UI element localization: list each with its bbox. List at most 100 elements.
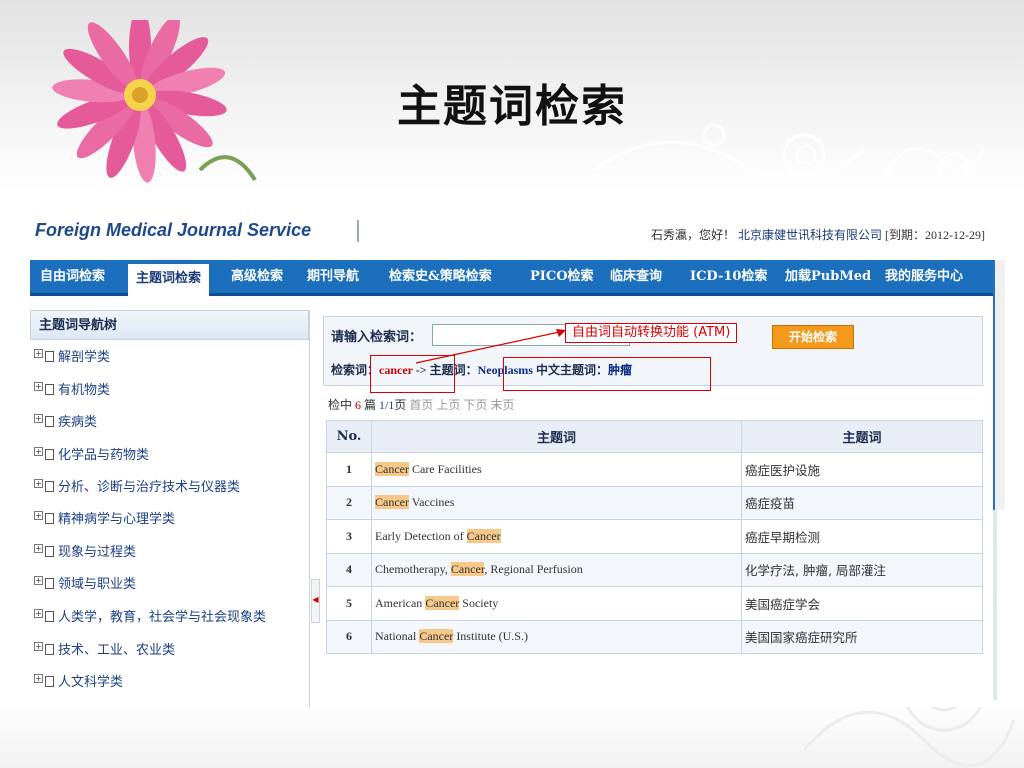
tree-item-anthropology-education[interactable]: + 人类学，教育，社会学与社会现象类 [34,608,266,628]
document-icon [45,416,54,427]
results-table: No. 主题词 主题词 1 Cancer Care Facilities 癌症医… [326,420,983,654]
table-row[interactable]: 6 National Cancer Institute (U.S.) 美国国家癌… [326,619,983,654]
column-header-mesh-cn: 主题词 [741,420,983,453]
highlight-box-mesh [503,357,711,391]
expiry-date: [到期：2012-12-29] [885,228,985,242]
mesh-tree-sidebar: 主题词导航树 + 解剖学类 + 有机物类 + 疾病类 + 化学品与药物类 + 分析、诊断与… [30,310,310,707]
last-page-link[interactable]: 末页 [490,398,514,412]
tree-item-phenomena-processes[interactable]: + 现象与过程类 [34,543,136,563]
tree-item-psychiatry-psychology[interactable]: + 精神病学与心理学类 [34,510,175,530]
expand-icon[interactable]: + [34,382,43,391]
expand-icon[interactable]: + [34,544,43,553]
mesh-term-cn[interactable]: 美国癌症学会 [741,586,983,621]
document-icon [45,578,54,589]
expand-icon[interactable]: + [34,576,43,585]
search-bar: 请输入检索词： 开始检索 自由词自动转换功能 (ATM) 检索词：cancer … [323,316,983,393]
mesh-term-en[interactable]: American Cancer Society [371,586,742,621]
tree-item-diseases[interactable]: + 疾病类 [34,413,97,433]
nav-icd10-search[interactable]: ICD-10检索 [690,260,767,293]
mesh-term-cn[interactable]: 癌症医护设施 [741,452,983,487]
page-indicator: 1/1 [379,398,395,412]
mesh-term-en[interactable]: National Cancer Institute (U.S.) [371,619,742,654]
tree-item-technology-industry[interactable]: + 技术、工业、农业类 [34,641,175,661]
column-header-mesh-en: 主题词 [371,420,742,453]
main-nav: 自由词检索 主题词检索 高级检索 期刊导航 检索史&策略检索 PICO检索 临床… [30,260,993,297]
app-logo: Foreign Medical Journal Service [35,220,312,240]
expand-icon[interactable]: + [34,674,43,683]
expand-icon[interactable]: + [34,642,43,651]
nav-clinical-query[interactable]: 临床查询 [610,260,662,293]
tree-item-chemicals-drugs[interactable]: + 化学品与药物类 [34,446,149,466]
expand-icon[interactable]: + [34,447,43,456]
tree-item-techniques-equipment[interactable]: + 分析、诊断与治疗技术与仪器类 [34,478,240,498]
nav-advanced-search[interactable]: 高级检索 [231,260,283,293]
mesh-term-cn[interactable]: 化学疗法, 肿瘤, 局部灌注 [741,552,983,587]
mesh-term-cn[interactable]: 癌症疫苗 [741,485,983,520]
table-row[interactable]: 3 Early Detection of Cancer 癌症早期检测 [326,519,983,554]
document-icon [45,384,54,395]
mesh-term-cn[interactable]: 癌症早期检测 [741,519,983,554]
prev-page-link[interactable]: 上页 [436,398,460,412]
nav-history-search[interactable]: 检索史&策略检索 [389,260,492,293]
table-row[interactable]: 4 Chemotherapy, Cancer, Regional Perfusi… [326,552,983,587]
document-icon [45,449,54,460]
mesh-term-en[interactable]: Early Detection of Cancer [371,519,742,554]
document-icon [45,644,54,655]
nav-pico-search[interactable]: PICO检索 [530,260,594,293]
expand-icon[interactable]: + [34,414,43,423]
nav-journal-navigation[interactable]: 期刊导航 [307,260,359,293]
slide-title: 主题词检索 [397,81,627,132]
row-number: 1 [326,452,372,487]
document-icon [45,611,54,622]
tree-item-humanities[interactable]: + 人文科学类 [34,673,123,693]
scrollbar[interactable] [993,510,997,700]
row-number: 6 [326,619,372,654]
company-name: 北京康健世讯科技有限公司 [737,228,882,242]
sidebar-title: 主题词导航树 [30,310,309,340]
mesh-term-cn[interactable]: 美国国家癌症研究所 [741,619,983,654]
screenshot: Foreign Medical Journal Service 石秀瀛，您好！ … [30,212,1005,707]
tree-item-disciplines-occupations[interactable]: + 领域与职业类 [34,575,136,595]
result-count: 6 [355,398,362,412]
window-edge [993,260,1005,510]
row-number: 5 [326,586,372,621]
highlight-box-term [370,355,455,393]
table-row[interactable]: 2 Cancer Vaccines 癌症疫苗 [326,485,983,520]
table-row[interactable]: 1 Cancer Care Facilities 癌症医护设施 [326,452,983,487]
logo-separator [357,220,359,242]
greeting: 石秀瀛，您好！ [650,228,735,242]
search-label: 请输入检索词： [331,330,423,345]
column-header-no: No. [326,420,372,453]
atm-annotation: 自由词自动转换功能 (ATM) [565,323,738,343]
nav-mesh-search[interactable]: 主题词检索 [128,264,210,297]
nav-load-pubmed[interactable]: 加载PubMed [785,260,871,293]
mesh-term-en[interactable]: Cancer Care Facilities [371,452,742,487]
document-icon [45,351,54,362]
expand-icon[interactable]: + [34,349,43,358]
mesh-term-en[interactable]: Chemotherapy, Cancer, Regional Perfusion [371,552,742,587]
tree-item-anatomy[interactable]: + 解剖学类 [34,348,110,368]
mesh-term-en[interactable]: Cancer Vaccines [371,485,742,520]
app-header: Foreign Medical Journal Service 石秀瀛，您好！ … [30,212,1005,258]
expand-icon[interactable]: + [34,511,43,520]
document-icon [45,481,54,492]
first-page-link[interactable]: 首页 [409,398,433,412]
result-summary: 检中 6 篇 1/1页 首页 上页 下页 末页 [328,398,515,412]
next-page-link[interactable]: 下页 [463,398,487,412]
row-number: 2 [326,485,372,520]
row-number: 4 [326,552,372,587]
document-icon [45,546,54,557]
expand-icon[interactable]: + [34,479,43,488]
table-row[interactable]: 5 American Cancer Society 美国癌症学会 [326,586,983,621]
expand-icon[interactable]: + [34,609,43,618]
table-header-row: No. 主题词 主题词 [326,420,983,453]
nav-free-text-search[interactable]: 自由词检索 [40,260,105,293]
document-icon [45,513,54,524]
sidebar-collapse-toggle[interactable]: ◀ [311,579,320,623]
document-icon [45,676,54,687]
row-number: 3 [326,519,372,554]
nav-service-center[interactable]: 我的服务中心 [885,260,963,293]
user-info: 石秀瀛，您好！ 北京康健世讯科技有限公司 [到期：2012-12-29] [651,226,985,243]
tree-item-organisms[interactable]: + 有机物类 [34,381,110,401]
search-button[interactable]: 开始检索 [772,325,854,349]
